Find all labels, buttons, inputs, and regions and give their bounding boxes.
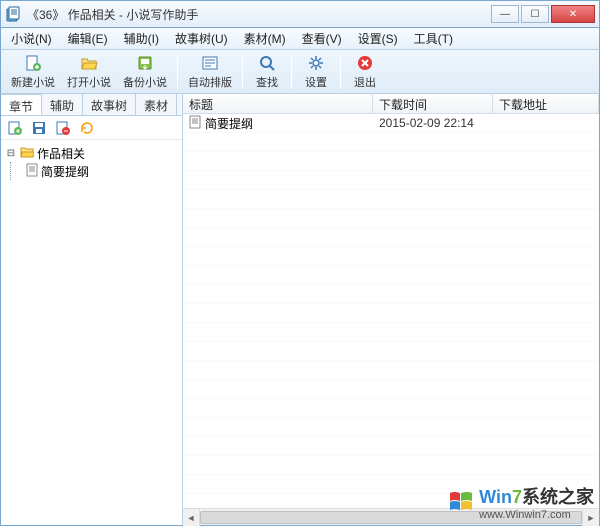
document-icon [26,163,38,180]
exit-label: 退出 [354,74,376,90]
gear-icon [307,54,325,73]
tab-story-tree[interactable]: 故事树 [83,94,136,115]
maximize-button[interactable]: ☐ [521,5,549,23]
app-icon [5,6,21,22]
open-folder-icon [80,54,98,73]
menu-tools[interactable]: 工具(T) [406,29,461,49]
minimize-button[interactable]: — [491,5,519,23]
menubar: 小说(N) 编辑(E) 辅助(I) 故事树(U) 素材(M) 查看(V) 设置(… [0,28,600,50]
backup-novel-label: 备份小说 [123,74,167,90]
menu-material[interactable]: 素材(M) [236,29,294,49]
toolbar: 新建小说 打开小说 备份小说 自动排版 查找 设置 退出 [0,50,600,94]
column-header-time[interactable]: 下载时间 [373,94,493,113]
right-pane: 标题 下载时间 下载地址 简要提纲 2015-02-09 22:14 ◄ ► [183,94,599,525]
scroll-left-arrow[interactable]: ◄ [183,509,200,526]
auto-layout-label: 自动排版 [188,74,232,90]
exit-button[interactable]: 退出 [345,52,385,92]
scroll-right-arrow[interactable]: ► [582,509,599,526]
column-header-url[interactable]: 下载地址 [493,94,599,113]
scroll-thumb[interactable] [200,511,582,524]
toolbar-separator [340,55,341,89]
list-body[interactable]: 简要提纲 2015-02-09 22:14 [183,114,599,508]
tree-child-label: 简要提纲 [41,163,89,180]
new-novel-label: 新建小说 [11,74,55,90]
refresh-button[interactable] [77,119,97,137]
menu-edit[interactable]: 编辑(E) [60,29,116,49]
find-button[interactable]: 查找 [247,52,287,92]
menu-settings[interactable]: 设置(S) [350,29,406,49]
new-novel-button[interactable]: 新建小说 [5,52,61,92]
add-item-button[interactable] [5,119,25,137]
list-header: 标题 下载时间 下载地址 [183,94,599,114]
collapse-icon[interactable]: ⊟ [5,148,17,159]
tab-chapter[interactable]: 章节 [1,94,42,115]
open-novel-button[interactable]: 打开小说 [61,52,117,92]
titlebar: 《36》 作品相关 - 小说写作助手 — ☐ ✕ [0,0,600,28]
window-title: 《36》 作品相关 - 小说写作助手 [27,6,491,23]
row-time: 2015-02-09 22:14 [373,115,493,131]
tree-root-node[interactable]: ⊟ 作品相关 [3,144,180,162]
search-icon [258,54,276,73]
menu-assist[interactable]: 辅助(I) [116,29,167,49]
left-tabs: 章节 辅助 故事树 素材 [1,94,182,116]
tab-assist[interactable]: 辅助 [42,94,83,115]
backup-novel-button[interactable]: 备份小说 [117,52,173,92]
menu-view[interactable]: 查看(V) [294,29,350,49]
tab-material[interactable]: 素材 [136,94,177,115]
tree-root-label: 作品相关 [37,145,85,162]
left-toolbar [1,116,182,140]
column-header-title[interactable]: 标题 [183,94,373,113]
folder-open-icon [20,146,34,161]
find-label: 查找 [256,74,278,90]
menu-story-tree[interactable]: 故事树(U) [167,29,236,49]
document-icon [189,115,201,132]
window-buttons: — ☐ ✕ [491,5,595,23]
auto-layout-button[interactable]: 自动排版 [182,52,238,92]
close-button[interactable]: ✕ [551,5,595,23]
toolbar-separator [291,55,292,89]
toolbar-separator [177,55,178,89]
settings-label: 设置 [305,74,327,90]
row-url [493,122,599,124]
chapter-tree[interactable]: ⊟ 作品相关 简要提纲 [1,140,182,525]
tree-child-node[interactable]: 简要提纲 [21,162,180,180]
row-title: 简要提纲 [205,115,253,132]
save-button[interactable] [29,119,49,137]
open-novel-label: 打开小说 [67,74,111,90]
horizontal-scrollbar[interactable]: ◄ ► [183,508,599,525]
menu-novel[interactable]: 小说(N) [3,29,60,49]
delete-button[interactable] [53,119,73,137]
new-file-icon [24,54,42,73]
settings-button[interactable]: 设置 [296,52,336,92]
toolbar-separator [242,55,243,89]
list-row[interactable]: 简要提纲 2015-02-09 22:14 [183,114,599,132]
left-pane: 章节 辅助 故事树 素材 ⊟ 作品相关 简要提纲 [1,94,183,525]
backup-icon [136,54,154,73]
layout-icon [201,54,219,73]
exit-icon [356,54,374,73]
body-area: 章节 辅助 故事树 素材 ⊟ 作品相关 简要提纲 [0,94,600,526]
